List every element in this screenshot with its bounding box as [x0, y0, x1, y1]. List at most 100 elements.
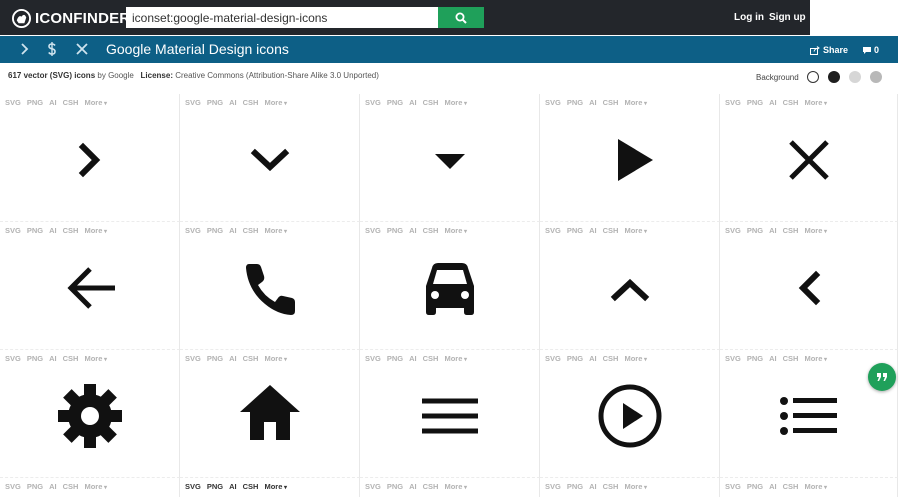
format-png-link[interactable]: PNG [747, 98, 763, 107]
format-ai-link[interactable]: AI [409, 354, 417, 363]
format-png-link[interactable]: PNG [567, 98, 583, 107]
format-ai-link[interactable]: AI [229, 482, 237, 491]
search-button[interactable] [438, 7, 484, 28]
format-svg-link[interactable]: SVG [5, 226, 21, 235]
format-csh-link[interactable]: CSH [63, 482, 79, 491]
format-ai-link[interactable]: AI [589, 354, 597, 363]
format-png-link[interactable]: PNG [747, 482, 763, 491]
phone-icon[interactable] [236, 254, 304, 322]
format-csh-link[interactable]: CSH [603, 226, 619, 235]
format-more-link[interactable]: More [444, 98, 467, 107]
format-more-link[interactable]: More [624, 98, 647, 107]
format-csh-link[interactable]: CSH [243, 226, 259, 235]
format-csh-link[interactable]: CSH [783, 226, 799, 235]
menu-icon[interactable] [416, 382, 484, 450]
format-more-link[interactable]: More [804, 226, 827, 235]
icon-cell[interactable]: SVG PNG AI CSH More [180, 94, 360, 222]
icon-cell[interactable]: SVG PNG AI CSH More [540, 478, 720, 497]
format-svg-link[interactable]: SVG [5, 354, 21, 363]
close-icon[interactable] [775, 126, 843, 194]
format-ai-link[interactable]: AI [769, 354, 777, 363]
format-svg-link[interactable]: SVG [5, 98, 21, 107]
iconfinder-logo[interactable]: ICONFINDER [12, 8, 130, 28]
settings-icon[interactable] [56, 382, 124, 450]
format-more-link[interactable]: More [444, 226, 467, 235]
format-ai-link[interactable]: AI [409, 98, 417, 107]
arrow-drop-down-icon[interactable] [416, 126, 484, 194]
format-more-link[interactable]: More [444, 482, 467, 491]
format-svg-link[interactable]: SVG [185, 482, 201, 491]
format-ai-link[interactable]: AI [229, 98, 237, 107]
format-ai-link[interactable]: AI [589, 226, 597, 235]
format-csh-link[interactable]: CSH [423, 482, 439, 491]
format-more-link[interactable]: More [624, 482, 647, 491]
icon-cell[interactable]: SVG PNG AI CSH More [540, 94, 720, 222]
format-more-link[interactable]: More [264, 98, 287, 107]
format-csh-link[interactable]: CSH [783, 98, 799, 107]
icon-cell[interactable]: SVG PNG AI CSH More [180, 350, 360, 478]
format-png-link[interactable]: PNG [387, 226, 403, 235]
format-svg-link[interactable]: SVG [545, 354, 561, 363]
search-input[interactable] [126, 7, 438, 28]
format-csh-link[interactable]: CSH [423, 98, 439, 107]
background-swatch-white[interactable] [807, 71, 819, 83]
format-png-link[interactable]: PNG [207, 354, 223, 363]
format-csh-link[interactable]: CSH [243, 482, 259, 491]
format-ai-link[interactable]: AI [49, 98, 57, 107]
format-png-link[interactable]: PNG [387, 482, 403, 491]
background-swatch-gray[interactable] [870, 71, 882, 83]
format-csh-link[interactable]: CSH [63, 354, 79, 363]
format-svg-link[interactable]: SVG [5, 482, 21, 491]
icon-cell[interactable]: SVG PNG AI CSH More [540, 222, 720, 350]
format-csh-link[interactable]: CSH [423, 226, 439, 235]
icon-cell[interactable]: SVG PNG AI CSH More [360, 94, 540, 222]
format-svg-link[interactable]: SVG [365, 354, 381, 363]
format-svg-link[interactable]: SVG [725, 482, 741, 491]
format-svg-link[interactable]: SVG [365, 98, 381, 107]
icon-cell[interactable]: SVG PNG AI CSH More [180, 478, 360, 497]
background-swatch-black[interactable] [828, 71, 840, 83]
icon-cell[interactable]: SVG PNG AI CSH More [360, 350, 540, 478]
login-link[interactable]: Log in [734, 12, 764, 23]
format-ai-link[interactable]: AI [49, 482, 57, 491]
format-ai-link[interactable]: AI [229, 354, 237, 363]
format-more-link[interactable]: More [264, 226, 287, 235]
share-button[interactable]: Share [810, 45, 848, 55]
icon-cell[interactable]: SVG PNG AI CSH More [180, 222, 360, 350]
format-svg-link[interactable]: SVG [185, 98, 201, 107]
format-png-link[interactable]: PNG [567, 226, 583, 235]
format-more-link[interactable]: More [804, 354, 827, 363]
format-csh-link[interactable]: CSH [783, 354, 799, 363]
format-svg-link[interactable]: SVG [365, 226, 381, 235]
format-ai-link[interactable]: AI [769, 482, 777, 491]
format-csh-link[interactable]: CSH [423, 354, 439, 363]
format-more-link[interactable]: More [624, 226, 647, 235]
icon-cell[interactable]: SVG PNG AI CSH More [720, 222, 898, 350]
chevron-left-icon[interactable] [775, 254, 843, 322]
directions-car-icon[interactable] [416, 254, 484, 322]
icon-cell[interactable]: SVG PNG AI CSH More [360, 222, 540, 350]
format-ai-link[interactable]: AI [229, 226, 237, 235]
format-more-link[interactable]: More [84, 226, 107, 235]
comments-button[interactable]: 0 [862, 45, 879, 55]
play-arrow-icon[interactable] [596, 126, 664, 194]
format-png-link[interactable]: PNG [27, 354, 43, 363]
format-png-link[interactable]: PNG [207, 98, 223, 107]
format-ai-link[interactable]: AI [49, 354, 57, 363]
format-svg-link[interactable]: SVG [725, 98, 741, 107]
background-swatch-light-gray[interactable] [849, 71, 861, 83]
format-png-link[interactable]: PNG [387, 354, 403, 363]
icon-cell[interactable]: SVG PNG AI CSH More [720, 94, 898, 222]
icon-cell[interactable]: SVG PNG AI CSH More [0, 222, 180, 350]
icon-cell[interactable]: SVG PNG AI CSH More [0, 478, 180, 497]
format-ai-link[interactable]: AI [769, 98, 777, 107]
expand-more-icon[interactable] [236, 126, 304, 194]
format-png-link[interactable]: PNG [567, 354, 583, 363]
format-png-link[interactable]: PNG [567, 482, 583, 491]
list-icon[interactable] [775, 382, 843, 450]
format-more-link[interactable]: More [804, 98, 827, 107]
format-ai-link[interactable]: AI [589, 98, 597, 107]
format-ai-link[interactable]: AI [589, 482, 597, 491]
format-png-link[interactable]: PNG [27, 98, 43, 107]
format-csh-link[interactable]: CSH [783, 482, 799, 491]
